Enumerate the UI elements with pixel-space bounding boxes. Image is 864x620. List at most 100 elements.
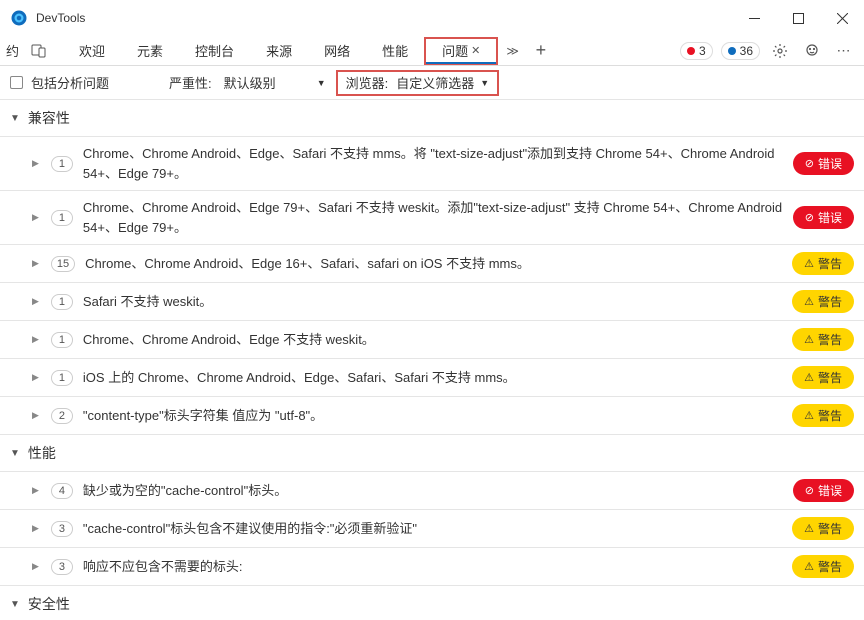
issue-row[interactable]: ▶ 3 响应不应包含不需要的标头:⚠警告 (0, 548, 864, 586)
badge-icon: ⚠ (804, 333, 814, 346)
expand-icon: ▶ (32, 258, 39, 269)
expand-icon: ▶ (32, 212, 39, 223)
badge-icon: ⚠ (804, 371, 814, 384)
severity-badge: ⊘错误 (793, 479, 854, 502)
browser-filter-label: 浏览器: (342, 73, 393, 92)
expand-icon: ▶ (32, 561, 39, 572)
tab-close-icon[interactable]: ✕ (471, 44, 480, 57)
severity-badge: ⚠警告 (792, 555, 854, 578)
issue-count: 1 (51, 332, 73, 348)
issue-message: Chrome、Chrome Android、Edge 16+、Safari、sa… (85, 254, 792, 274)
include-analysis-label: 包括分析问题 (31, 73, 109, 92)
issue-message: Chrome、Chrome Android、Edge 79+、Safari 不支… (83, 198, 793, 237)
expand-icon: ▶ (32, 334, 39, 345)
settings-icon[interactable] (768, 39, 792, 63)
main-toolbar: 约 欢迎 元素 控制台 来源 网络 性能 问题✕ ≫ + 3 36 ⋯ (0, 36, 864, 66)
issue-message: Chrome、Chrome Android、Edge 不支持 weskit。 (83, 330, 792, 350)
devtools-tabs: 欢迎 元素 控制台 来源 网络 性能 问题✕ (63, 37, 498, 65)
issue-row[interactable]: ▶2"content-type"标头字符集 值应为 "utf-8"。⚠警告 (0, 397, 864, 435)
info-dot-icon (728, 47, 736, 55)
tab-console[interactable]: 控制台 (179, 37, 250, 65)
error-dot-icon (687, 47, 695, 55)
severity-badge: ⚠警告 (792, 290, 854, 313)
badge-icon: ⚠ (804, 409, 814, 422)
issue-row[interactable]: ▶ 1 Chrome、Chrome Android、Edge、Safari 不支持 … (0, 137, 864, 191)
issue-row[interactable]: ▶ 15 Chrome、Chrome Android、Edge 16+、Safari… (0, 245, 864, 283)
tab-issues[interactable]: 问题✕ (424, 37, 498, 65)
tab-elements[interactable]: 元素 (121, 37, 179, 65)
severity-badge: ⚠警告 (792, 404, 854, 427)
severity-label: 严重性: (169, 73, 212, 92)
issue-count: 3 (51, 521, 73, 537)
issue-count: 1 (51, 156, 73, 172)
tab-sources[interactable]: 来源 (250, 37, 308, 65)
include-analysis-checkbox[interactable] (10, 76, 23, 89)
tab-performance[interactable]: 性能 (366, 37, 424, 65)
issue-count: 1 (51, 294, 73, 310)
tab-issues-label: 问题 (442, 41, 468, 60)
more-options-icon[interactable]: ⋯ (832, 39, 856, 63)
issue-row[interactable]: ▶4缺少或为空的"cache-control"标头。⊘错误 (0, 472, 864, 510)
device-toggle-icon[interactable] (27, 39, 51, 63)
info-counter[interactable]: 36 (721, 42, 760, 60)
inspect-label[interactable]: 约 (6, 41, 19, 60)
browser-filter-group: 浏览器: 自定义筛选器▼ (336, 70, 500, 96)
badge-icon: ⊘ (805, 484, 814, 497)
severity-filter[interactable]: 严重性: 默认级别▼ (169, 71, 330, 94)
collapse-icon: ▼ (10, 448, 20, 459)
devtools-logo-icon (10, 9, 28, 27)
issue-message: iOS 上的 Chrome、Chrome Android、Edge、Safari… (83, 368, 792, 388)
badge-icon: ⚠ (804, 257, 814, 270)
issue-row[interactable]: ▶ 1 Chrome、Chrome Android、Edge 79+、Safari … (0, 191, 864, 245)
issue-message: Chrome、Chrome Android、Edge、Safari 不支持 mm… (83, 144, 793, 183)
tab-network[interactable]: 网络 (308, 37, 366, 65)
more-tabs-icon[interactable]: ≫ (498, 44, 527, 58)
issues-content: ▼兼容性 ▶ 1 Chrome、Chrome Android、Edge、Safari… (0, 100, 864, 620)
section-security[interactable]: ▼安全性 (0, 586, 864, 620)
issue-message: "content-type"标头字符集 值应为 "utf-8"。 (83, 406, 792, 426)
issue-count: 15 (51, 256, 75, 272)
section-performance[interactable]: ▼性能 (0, 435, 864, 472)
section-compatibility[interactable]: ▼兼容性 (0, 100, 864, 137)
minimize-button[interactable] (732, 0, 776, 36)
badge-icon: ⚠ (804, 522, 814, 535)
issue-count: 4 (51, 483, 73, 499)
expand-icon: ▶ (32, 296, 39, 307)
expand-icon: ▶ (32, 158, 39, 169)
severity-badge: ⚠警告 (792, 517, 854, 540)
window-title: DevTools (36, 11, 732, 25)
issue-row[interactable]: ▶1iOS 上的 Chrome、Chrome Android、Edge、Safa… (0, 359, 864, 397)
issue-row[interactable]: ▶ 1 Safari 不支持 weskit。⚠警告 (0, 283, 864, 321)
expand-icon: ▶ (32, 372, 39, 383)
feedback-icon[interactable] (800, 39, 824, 63)
severity-badge: ⊘错误 (793, 152, 854, 175)
issue-row[interactable]: ▶ 1 Chrome、Chrome Android、Edge 不支持 weskit。… (0, 321, 864, 359)
issue-row[interactable]: ▶ 3 "cache-control"标头包含不建议使用的指令:"必须重新验证"⚠警… (0, 510, 864, 548)
error-counter[interactable]: 3 (680, 42, 713, 60)
maximize-button[interactable] (776, 0, 820, 36)
issue-message: 响应不应包含不需要的标头: (83, 557, 792, 577)
add-tab-button[interactable]: + (529, 39, 553, 63)
browser-filter-select[interactable]: 自定义筛选器▼ (392, 73, 493, 92)
badge-icon: ⊘ (805, 157, 814, 170)
expand-icon: ▶ (32, 523, 39, 534)
issue-message: Safari 不支持 weskit。 (83, 292, 792, 312)
severity-badge: ⚠警告 (792, 328, 854, 351)
severity-badge: ⚠警告 (792, 252, 854, 275)
expand-icon: ▶ (32, 410, 39, 421)
issues-filter-bar: 包括分析问题 严重性: 默认级别▼ 浏览器: 自定义筛选器▼ (0, 66, 864, 100)
badge-icon: ⚠ (804, 560, 814, 573)
badge-icon: ⚠ (804, 295, 814, 308)
dropdown-icon: ▼ (317, 78, 326, 88)
collapse-icon: ▼ (10, 599, 20, 610)
issue-count: 3 (51, 559, 73, 575)
severity-badge: ⚠警告 (792, 366, 854, 389)
issue-message: "cache-control"标头包含不建议使用的指令:"必须重新验证" (83, 519, 792, 539)
expand-icon: ▶ (32, 485, 39, 496)
close-button[interactable] (820, 0, 864, 36)
collapse-icon: ▼ (10, 113, 20, 124)
severity-select[interactable]: 默认级别▼ (220, 71, 330, 94)
toolbar-right: 3 36 ⋯ (678, 39, 858, 63)
tab-welcome[interactable]: 欢迎 (63, 37, 121, 65)
issue-count: 1 (51, 210, 73, 226)
